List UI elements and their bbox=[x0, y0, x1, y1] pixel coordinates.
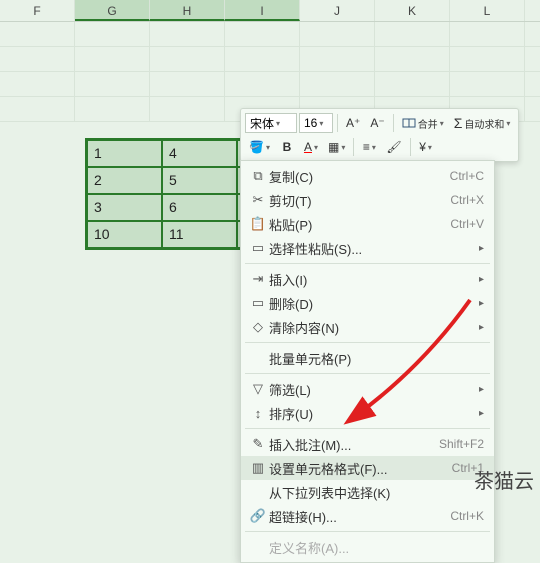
menu-item-label: 批量单元格(P) bbox=[269, 349, 484, 368]
border-icon: ▦ bbox=[328, 140, 339, 154]
menu-item-icon: ▽ bbox=[247, 381, 269, 397]
col-J[interactable]: J bbox=[300, 0, 375, 21]
menu-item[interactable]: ◇清除内容(N) bbox=[241, 315, 494, 339]
menu-item[interactable]: ✂剪切(T)Ctrl+X bbox=[241, 188, 494, 212]
menu-item-icon: ▥ bbox=[247, 460, 269, 476]
spreadsheet-grid[interactable] bbox=[0, 22, 540, 122]
sigma-icon: Σ bbox=[454, 115, 463, 131]
cell[interactable]: 4 bbox=[162, 140, 237, 167]
col-G[interactable]: G bbox=[75, 0, 150, 21]
menu-item[interactable]: ▥设置单元格格式(F)...Ctrl+1 bbox=[241, 456, 494, 480]
menu-separator bbox=[245, 342, 490, 343]
context-menu: ⧉复制(C)Ctrl+C✂剪切(T)Ctrl+X📋粘贴(P)Ctrl+V▭选择性… bbox=[240, 160, 495, 563]
align-icon: ≡ bbox=[363, 140, 370, 154]
menu-item[interactable]: ⧉复制(C)Ctrl+C bbox=[241, 164, 494, 188]
format-painter-button[interactable]: 🖌 bbox=[382, 136, 405, 158]
cell[interactable]: 10 bbox=[87, 221, 162, 248]
menu-item-label: 复制(C) bbox=[269, 167, 450, 186]
menu-item[interactable]: 🔗超链接(H)...Ctrl+K bbox=[241, 504, 494, 528]
menu-item-label: 插入批注(M)... bbox=[269, 435, 439, 454]
menu-item-label: 粘贴(P) bbox=[269, 215, 450, 234]
menu-separator bbox=[245, 373, 490, 374]
menu-item-icon: ⇥ bbox=[247, 271, 269, 287]
cell[interactable]: 6 bbox=[162, 194, 237, 221]
paint-bucket-icon: 🪣 bbox=[249, 140, 264, 154]
border-button[interactable]: ▦ bbox=[324, 136, 349, 158]
col-H[interactable]: H bbox=[150, 0, 225, 21]
col-I[interactable]: I bbox=[225, 0, 300, 21]
menu-item-shortcut: Ctrl+K bbox=[450, 509, 484, 523]
currency-button[interactable]: ¥ bbox=[415, 136, 437, 158]
font-color-icon: A bbox=[304, 140, 312, 154]
font-color-button[interactable]: A bbox=[300, 136, 322, 158]
menu-separator bbox=[245, 428, 490, 429]
menu-item-shortcut: Shift+F2 bbox=[439, 437, 484, 451]
menu-item[interactable]: ▽筛选(L) bbox=[241, 377, 494, 401]
menu-item-icon: ✎ bbox=[247, 436, 269, 452]
menu-item-shortcut: Ctrl+C bbox=[450, 169, 484, 183]
cell[interactable]: 5 bbox=[162, 167, 237, 194]
menu-item-label: 删除(D) bbox=[269, 294, 473, 313]
menu-item[interactable]: ▭删除(D) bbox=[241, 291, 494, 315]
menu-item-icon: ✂ bbox=[247, 192, 269, 208]
menu-item-label: 清除内容(N) bbox=[269, 318, 473, 337]
menu-item-icon: ◇ bbox=[247, 319, 269, 335]
menu-item[interactable]: ✎插入批注(M)...Shift+F2 bbox=[241, 432, 494, 456]
menu-item-label: 定义名称(A)... bbox=[269, 538, 484, 557]
bold-button[interactable]: B bbox=[276, 136, 298, 158]
menu-item-icon: ⧉ bbox=[247, 168, 269, 184]
menu-separator bbox=[245, 531, 490, 532]
menu-item[interactable]: 批量单元格(P) bbox=[241, 346, 494, 370]
merge-cells-button[interactable]: 合并 bbox=[398, 112, 448, 134]
increase-font-button[interactable]: A⁺ bbox=[342, 112, 364, 134]
col-K[interactable]: K bbox=[375, 0, 450, 21]
watermark: 茶猫云 bbox=[474, 465, 534, 494]
menu-item-shortcut: Ctrl+V bbox=[450, 217, 484, 231]
column-headers: F G H I J K L M bbox=[0, 0, 540, 22]
menu-item[interactable]: ↕排序(U) bbox=[241, 401, 494, 425]
cell[interactable]: 2 bbox=[87, 167, 162, 194]
menu-item-icon: 🔗 bbox=[247, 508, 269, 524]
menu-item-label: 超链接(H)... bbox=[269, 507, 450, 526]
menu-item-label: 排序(U) bbox=[269, 404, 473, 423]
menu-item-icon: ↕ bbox=[247, 406, 269, 421]
menu-item[interactable]: 从下拉列表中选择(K) bbox=[241, 480, 494, 504]
separator bbox=[337, 114, 338, 132]
col-F[interactable]: F bbox=[0, 0, 75, 21]
separator bbox=[410, 138, 411, 156]
menu-item: 定义名称(A)... bbox=[241, 535, 494, 559]
menu-item-icon: ▭ bbox=[247, 240, 269, 256]
align-button[interactable]: ≡ bbox=[358, 136, 380, 158]
separator bbox=[353, 138, 354, 156]
menu-item-label: 选择性粘贴(S)... bbox=[269, 239, 473, 258]
font-size-select[interactable]: 16 bbox=[299, 113, 333, 133]
mini-toolbar: 宋体 16 A⁺ A⁻ 合并 Σ自动求和 🪣 B A ▦ ≡ 🖌 ¥ bbox=[240, 108, 519, 162]
separator bbox=[393, 114, 394, 132]
fill-color-button[interactable]: 🪣 bbox=[245, 136, 274, 158]
cell[interactable]: 1 bbox=[87, 140, 162, 167]
menu-item-label: 筛选(L) bbox=[269, 380, 473, 399]
merge-icon bbox=[402, 116, 416, 130]
decrease-font-button[interactable]: A⁻ bbox=[366, 112, 388, 134]
cell[interactable]: 11 bbox=[162, 221, 237, 248]
cell[interactable]: 3 bbox=[87, 194, 162, 221]
col-M[interactable]: M bbox=[525, 0, 540, 21]
col-L[interactable]: L bbox=[450, 0, 525, 21]
autosum-button[interactable]: Σ自动求和 bbox=[450, 112, 515, 134]
menu-item[interactable]: 📋粘贴(P)Ctrl+V bbox=[241, 212, 494, 236]
menu-item-shortcut: Ctrl+X bbox=[450, 193, 484, 207]
menu-item[interactable]: ⇥插入(I) bbox=[241, 267, 494, 291]
menu-separator bbox=[245, 263, 490, 264]
menu-item-label: 插入(I) bbox=[269, 270, 473, 289]
menu-item-label: 剪切(T) bbox=[269, 191, 450, 210]
brush-icon: 🖌 bbox=[386, 140, 401, 154]
menu-item-label: 设置单元格格式(F)... bbox=[269, 459, 452, 478]
menu-item[interactable]: ▭选择性粘贴(S)... bbox=[241, 236, 494, 260]
menu-item-label: 从下拉列表中选择(K) bbox=[269, 483, 484, 502]
font-family-select[interactable]: 宋体 bbox=[245, 113, 297, 133]
menu-item-icon: 📋 bbox=[247, 216, 269, 232]
menu-item-icon: ▭ bbox=[247, 295, 269, 311]
